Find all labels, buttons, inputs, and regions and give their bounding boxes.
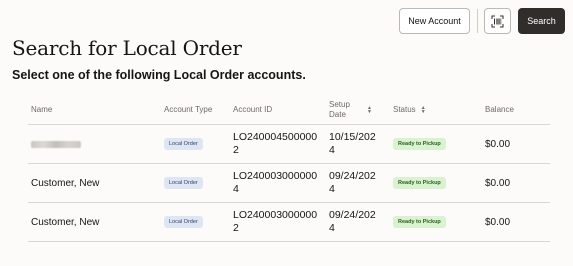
setup-date-text: 09/24/2024 xyxy=(329,208,376,234)
setup-date-text: 09/24/2024 xyxy=(329,169,376,195)
row-setup-date: 09/24/2024 xyxy=(329,203,381,241)
row-account-type: Local Order xyxy=(164,203,203,241)
sort-icon[interactable]: ▲ ▼ xyxy=(367,106,372,115)
setup-date-text: 10/15/2024 xyxy=(329,130,376,156)
search-button[interactable]: Search xyxy=(518,8,565,34)
status-badge: Ready to Pickup xyxy=(393,216,446,228)
column-header-account-type: Account Type xyxy=(164,105,213,115)
row-status: Ready to Pickup xyxy=(393,125,446,163)
row-account-type: Local Order xyxy=(164,125,203,163)
row-account-type: Local Order xyxy=(164,164,203,202)
status-badge: Ready to Pickup xyxy=(393,138,446,150)
row-setup-date: 10/15/2024 xyxy=(329,125,381,163)
toolbar-divider xyxy=(477,9,478,33)
barcode-scan-button[interactable] xyxy=(484,8,511,34)
new-account-button[interactable]: New Account xyxy=(399,8,470,34)
column-header-setup-date[interactable]: Setup Date ▲ ▼ xyxy=(329,96,372,124)
status-label: Status xyxy=(393,105,416,115)
row-account-id: LO2400030000002 xyxy=(233,203,319,241)
barcode-scan-icon xyxy=(491,15,504,27)
row-name xyxy=(31,125,81,163)
row-setup-date: 09/24/2024 xyxy=(329,164,381,202)
page-subtitle: Select one of the following Local Order … xyxy=(12,68,306,82)
table-row[interactable]: Customer, New Local Order LO240003000000… xyxy=(28,203,550,242)
row-account-id: LO2400030000004 xyxy=(233,164,319,202)
row-status: Ready to Pickup xyxy=(393,164,446,202)
account-id-text: LO2400030000002 xyxy=(233,208,318,234)
accounts-table: Name Account Type Account ID Setup Date … xyxy=(28,96,550,242)
table-row[interactable]: Customer, New Local Order LO240003000000… xyxy=(28,164,550,203)
column-header-account-id: Account ID xyxy=(233,105,273,115)
setup-date-label: Setup Date xyxy=(329,100,350,119)
table-header: Name Account Type Account ID Setup Date … xyxy=(28,96,550,125)
account-id-text: LO2400045000002 xyxy=(233,130,318,156)
column-header-status[interactable]: Status ▲ ▼ xyxy=(393,96,426,124)
page-title: Search for Local Order xyxy=(12,36,242,60)
account-type-badge: Local Order xyxy=(164,177,203,189)
column-header-name: Name xyxy=(31,105,53,115)
row-balance: $0.00 xyxy=(485,138,511,150)
column-header-balance: Balance xyxy=(485,105,514,115)
row-account-id: LO2400045000002 xyxy=(233,125,319,163)
table-row[interactable]: Local Order LO2400045000002 10/15/2024 R… xyxy=(28,125,550,164)
status-badge: Ready to Pickup xyxy=(393,177,446,189)
account-id-text: LO2400030000004 xyxy=(233,169,318,195)
row-balance: $0.00 xyxy=(485,177,511,189)
account-type-badge: Local Order xyxy=(164,216,203,228)
row-balance: $0.00 xyxy=(485,216,511,228)
sort-icon[interactable]: ▲ ▼ xyxy=(421,106,426,115)
account-type-badge: Local Order xyxy=(164,138,203,150)
redacted-name xyxy=(31,140,81,148)
row-name: Customer, New xyxy=(31,177,100,189)
row-name: Customer, New xyxy=(31,216,100,228)
row-status: Ready to Pickup xyxy=(393,203,446,241)
